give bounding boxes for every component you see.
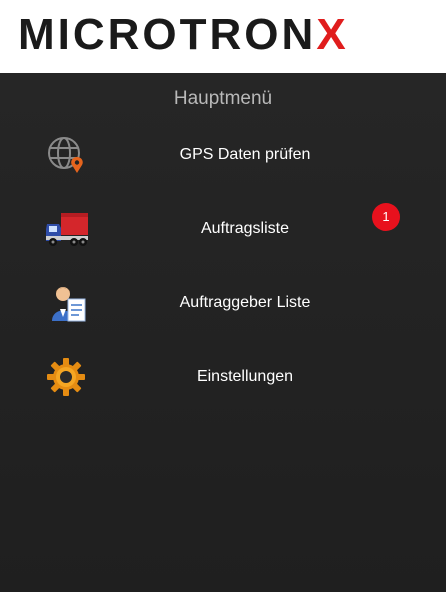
- logo-text: MICROTRON: [18, 10, 317, 59]
- globe-location-icon: [44, 135, 90, 175]
- menu-item-auftraggeber-liste[interactable]: Auftraggeber Liste: [0, 273, 446, 333]
- page-title: Hauptmenü: [173, 88, 273, 109]
- person-document-icon: [44, 283, 90, 323]
- main-content: Hauptmenü GPS Daten prüfen Auftragsliste…: [0, 73, 446, 592]
- menu-item-gps[interactable]: GPS Daten prüfen: [0, 125, 446, 185]
- gear-icon: [44, 357, 90, 397]
- microtronx-logo: MICROTRON X: [18, 12, 349, 58]
- menu-item-label: GPS Daten prüfen: [179, 146, 311, 163]
- menu-item-label: Einstellungen: [196, 368, 294, 385]
- menu-item-label: Auftraggeber Liste: [179, 294, 311, 311]
- truck-icon: [44, 209, 90, 249]
- logo-accent-letter: X: [316, 10, 349, 59]
- menu-item-einstellungen[interactable]: Einstellungen: [0, 347, 446, 407]
- notification-badge: 1: [372, 203, 400, 231]
- app-header: MICROTRON X: [0, 0, 446, 73]
- menu-item-label: Auftragsliste: [200, 220, 290, 237]
